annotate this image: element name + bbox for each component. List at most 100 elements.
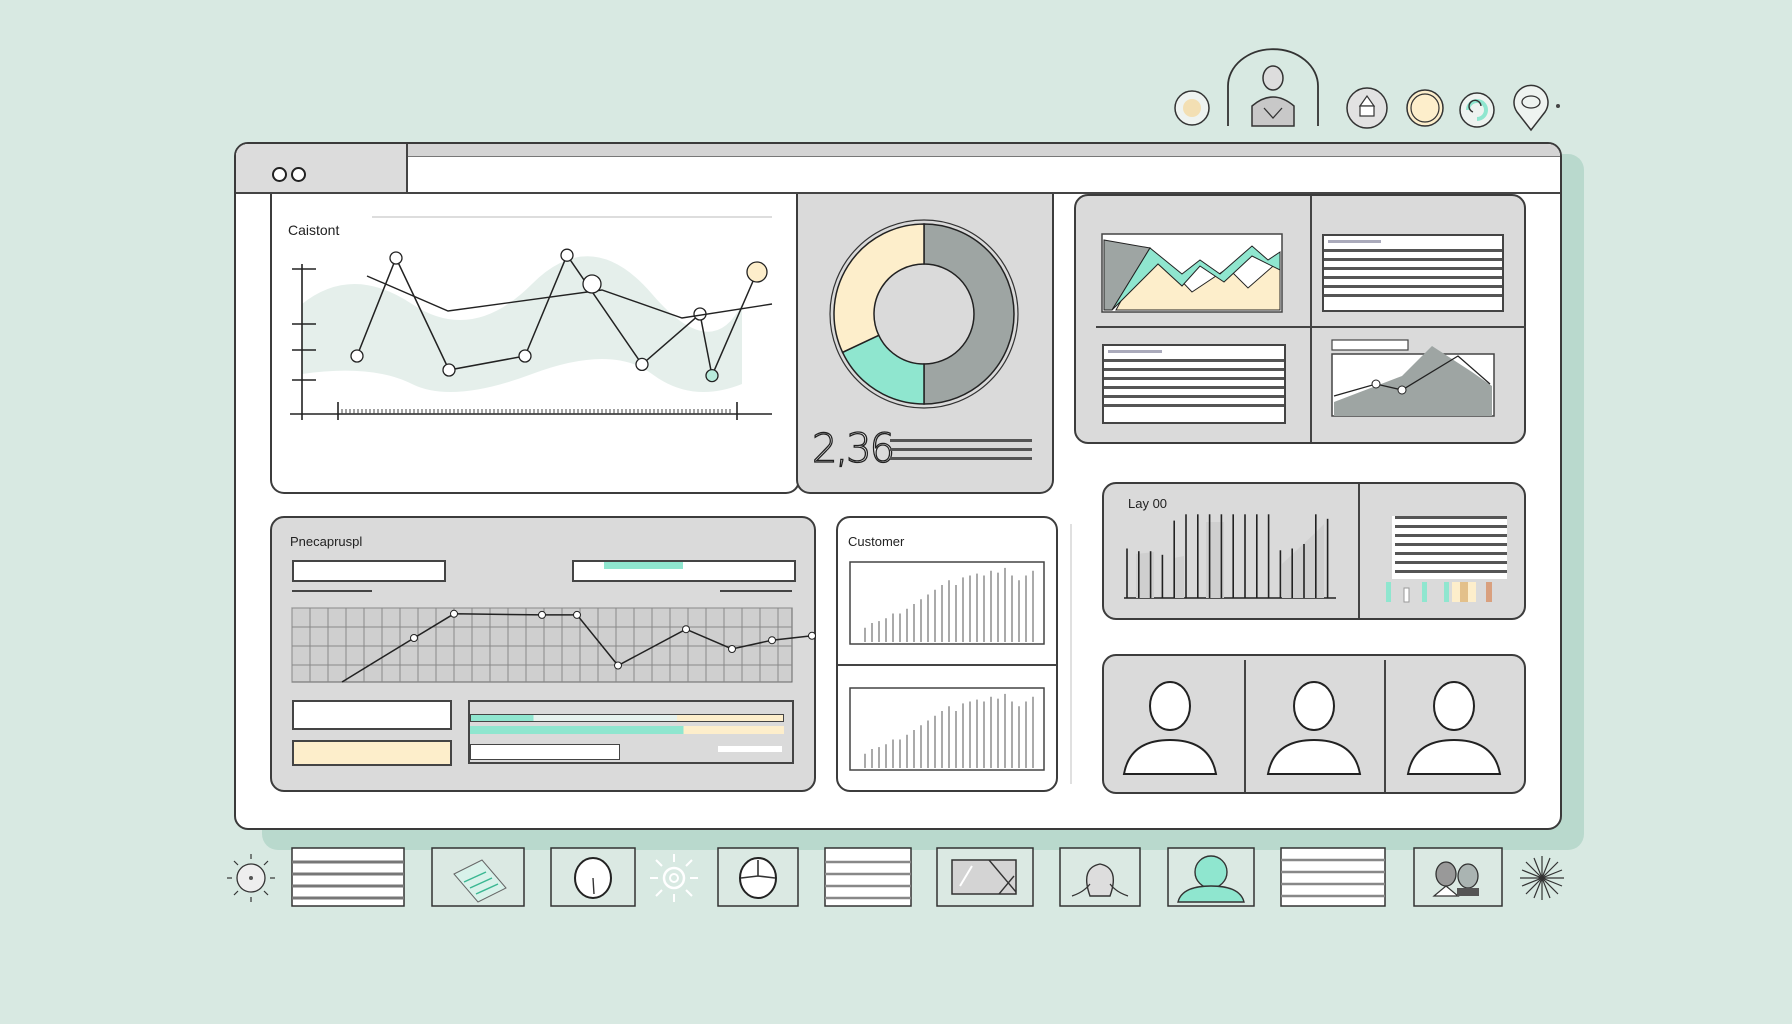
customer-chart-1-svg: [849, 561, 1045, 645]
customer-bar: [962, 703, 964, 768]
customer-bar: [934, 589, 936, 642]
area-chart-svg: [1101, 233, 1283, 313]
sun-dial-icon[interactable]: [227, 854, 275, 902]
customer-bar: [976, 699, 978, 768]
user-avatar-2[interactable]: [1266, 681, 1362, 775]
user-avatar-3[interactable]: [1406, 681, 1502, 775]
window-control-dot-2[interactable]: [291, 167, 306, 182]
input-bar-1[interactable]: [292, 560, 446, 582]
small-input[interactable]: [470, 744, 620, 760]
divider-v: [1310, 196, 1312, 442]
customer-bar: [934, 715, 936, 768]
user-avatar-1[interactable]: [1122, 681, 1218, 775]
customer-bar: [941, 711, 943, 768]
divider-h: [1096, 326, 1526, 328]
top-icons-svg: [1174, 48, 1560, 132]
input-field-2[interactable]: [292, 740, 452, 766]
stacked-bar-2: [470, 726, 784, 734]
swatch-cream: [1452, 582, 1460, 602]
user-outline-icon[interactable]: [1059, 847, 1141, 907]
cupcake-icon[interactable]: [1346, 87, 1388, 129]
input-field-1[interactable]: [292, 700, 452, 730]
title-bar: [236, 144, 1560, 194]
users-panel: [1102, 654, 1526, 794]
column-divider: [1070, 524, 1072, 784]
bar-panel-divider: [1358, 484, 1360, 618]
customer-bar: [1011, 575, 1013, 642]
users-svg: [1122, 681, 1502, 775]
customer-bar: [976, 573, 978, 642]
window-control-dot-1[interactable]: [272, 167, 287, 182]
user-mint-icon[interactable]: [1167, 847, 1255, 907]
mini-point: [1397, 385, 1407, 395]
small-line: [718, 746, 782, 752]
customer-panel: Customer: [836, 516, 1058, 792]
mint-swirl-icon[interactable]: [1459, 92, 1495, 128]
customer-bar: [913, 730, 915, 768]
customer-bar: [962, 577, 964, 642]
line-chart-panel: Caistont: [270, 194, 800, 494]
grid-point: [538, 610, 546, 619]
series-a-point: [635, 357, 649, 372]
customer-bar: [920, 725, 922, 768]
customer-bar: [969, 701, 971, 768]
customer-bar: [1004, 567, 1006, 642]
location-pin-icon[interactable]: [1513, 84, 1560, 132]
user-profile-icon[interactable]: [1227, 48, 1319, 127]
customer-bar: [892, 739, 894, 768]
customer-bar: [1025, 575, 1027, 642]
bar-chart-panel: Lay 00: [1102, 482, 1526, 620]
list-icon[interactable]: [824, 847, 912, 907]
customer-bar: [997, 572, 999, 642]
customer-bar: [1011, 701, 1013, 768]
bar-chart-svg: [1124, 514, 1336, 599]
list-icon[interactable]: [291, 847, 405, 907]
rule-1: [292, 590, 372, 592]
text-block-1: [1322, 234, 1504, 312]
customer-bar: [913, 604, 915, 642]
mini-point: [1371, 379, 1381, 389]
pie-clock-icon[interactable]: [717, 847, 799, 907]
customer-title: Customer: [848, 534, 905, 549]
document-icon[interactable]: [431, 847, 525, 907]
swatch-tan: [1460, 582, 1468, 602]
status-dot-icon[interactable]: [1174, 90, 1210, 126]
progress-fill: [604, 562, 684, 569]
rule-2: [720, 590, 792, 592]
series-a-point: [389, 251, 403, 265]
progress-panel: Pnecapruspl: [270, 516, 816, 792]
customer-bar: [983, 575, 985, 642]
users-pair-icon[interactable]: [1413, 847, 1503, 907]
image-icon[interactable]: [936, 847, 1034, 907]
color-swatches: [1386, 582, 1492, 603]
customer-bar: [997, 698, 999, 768]
stacked-bar-1: [470, 714, 784, 722]
clock-icon[interactable]: [550, 847, 636, 907]
starburst-icon[interactable]: [1520, 856, 1564, 900]
progress-panel-title: Pnecapruspl: [290, 534, 363, 549]
customer-bar: [864, 627, 866, 642]
customer-bar: [1018, 706, 1020, 768]
donut-value: 2,36: [811, 425, 895, 472]
customer-bar: [899, 613, 901, 642]
list-icon[interactable]: >: [1280, 847, 1386, 907]
donut-hole: [875, 265, 973, 363]
mini-legend: [1331, 339, 1409, 351]
customer-bar: [1004, 693, 1006, 768]
swatch-mint: [1386, 582, 1391, 602]
series-a-point: [350, 349, 364, 363]
customer-bar: [892, 613, 894, 642]
customer-bar: [906, 734, 908, 768]
customer-bar: [878, 747, 880, 768]
bar-legend-lines: [1392, 516, 1507, 579]
swatch-cream-2: [1468, 582, 1476, 602]
cream-circle-icon[interactable]: [1406, 89, 1444, 127]
grid-point: [682, 625, 690, 634]
series-a-point: [746, 261, 768, 283]
line-chart-svg: [290, 248, 773, 420]
title-strip: [236, 144, 1560, 157]
sun-icon[interactable]: [650, 854, 698, 902]
app-window: Caistont 2,36 Pnecapruspl Customer Lay 0…: [234, 142, 1562, 830]
progress-bar: [572, 560, 796, 582]
grid-point: [808, 631, 816, 640]
